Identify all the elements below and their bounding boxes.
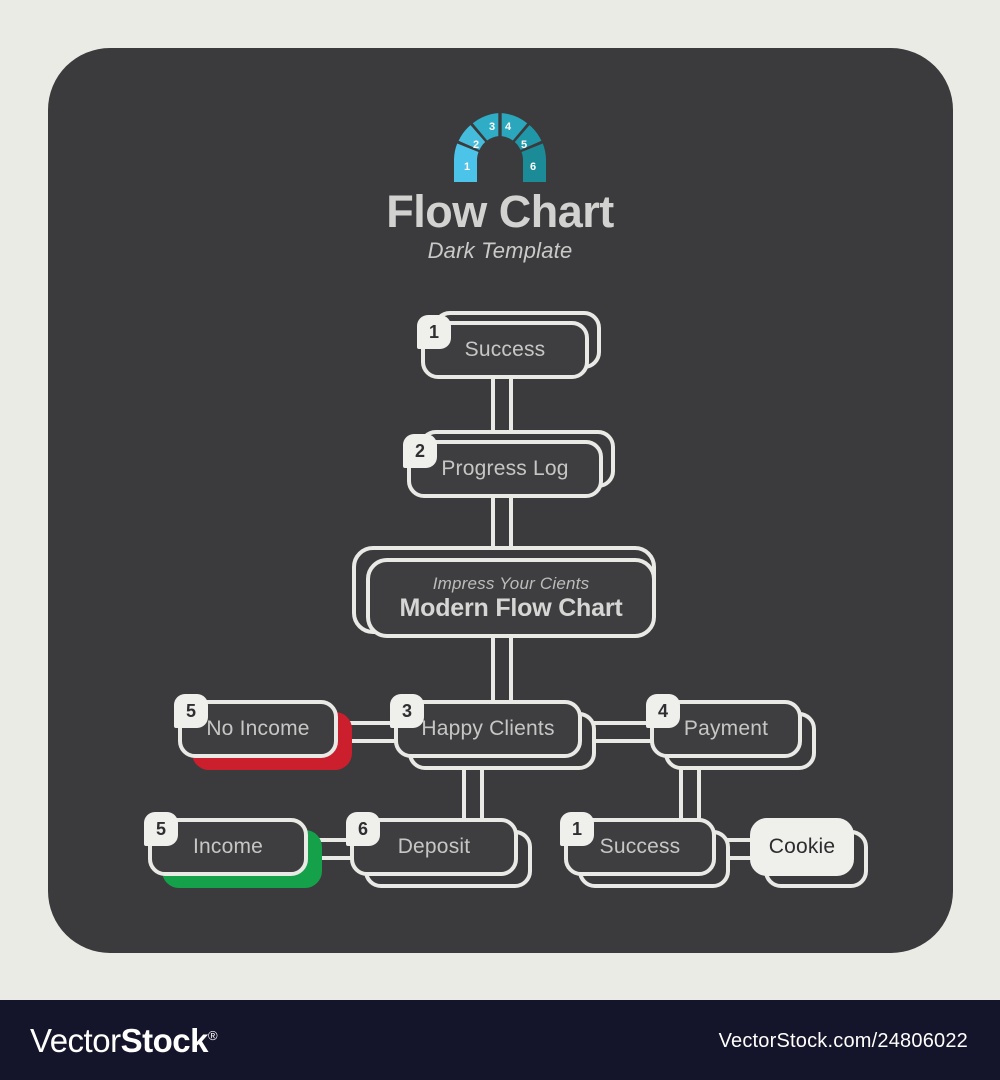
node-happy-clients[interactable]: Happy Clients 3 (390, 694, 596, 776)
brand-suffix: Stock (120, 1022, 209, 1059)
node-label: Success (464, 338, 546, 361)
node-income[interactable]: Income 5 (144, 812, 322, 888)
node-number-badge: 1 (417, 315, 451, 349)
node-progress-log[interactable]: Progress Log 2 (403, 430, 615, 498)
node-deposit[interactable]: Deposit 6 (346, 812, 532, 894)
node-label: No Income (206, 717, 310, 740)
node-number-badge: 4 (646, 694, 680, 728)
node-label: Payment (683, 717, 769, 740)
node-center[interactable]: Impress Your Cients Modern Flow Chart (352, 546, 656, 638)
node-label: Income (192, 835, 264, 858)
node-label: Success (599, 835, 681, 858)
brand-prefix: Vector (30, 1022, 121, 1059)
node-label: Cookie (768, 835, 836, 858)
registered-mark-icon: ® (207, 1028, 218, 1043)
node-number-badge: 3 (390, 694, 424, 728)
flow-chart: Success 1 Progress Log 2 Impress Your Ci… (0, 0, 1000, 1000)
node-number-badge: 5 (144, 812, 178, 846)
node-no-income[interactable]: No Income 5 (174, 694, 352, 770)
node-number-badge: 5 (174, 694, 208, 728)
vectorstock-url: VectorStock.com/24806022 (718, 1030, 968, 1052)
node-number-badge: 6 (346, 812, 380, 846)
center-node-title: Modern Flow Chart (399, 593, 623, 622)
node-card[interactable]: Cookie (750, 818, 854, 876)
node-label: Deposit (397, 835, 471, 858)
node-card[interactable]: Impress Your Cients Modern Flow Chart (366, 558, 656, 638)
center-node-text: Impress Your Cients Modern Flow Chart (370, 574, 652, 621)
watermark-footer: VectorStock® VectorStock.com/24806022 (0, 1000, 1000, 1080)
node-payment[interactable]: Payment 4 (646, 694, 816, 776)
vectorstock-logo: VectorStock® (30, 1022, 218, 1060)
node-success-bottom[interactable]: Success 1 (560, 812, 730, 894)
node-label: Progress Log (441, 457, 569, 480)
node-number-badge: 1 (560, 812, 594, 846)
node-cookie[interactable]: Cookie (750, 818, 868, 894)
node-success-top[interactable]: Success 1 (417, 311, 601, 379)
center-node-subtitle: Impress Your Cients (432, 574, 590, 594)
node-label: Happy Clients (421, 717, 555, 740)
node-number-badge: 2 (403, 434, 437, 468)
